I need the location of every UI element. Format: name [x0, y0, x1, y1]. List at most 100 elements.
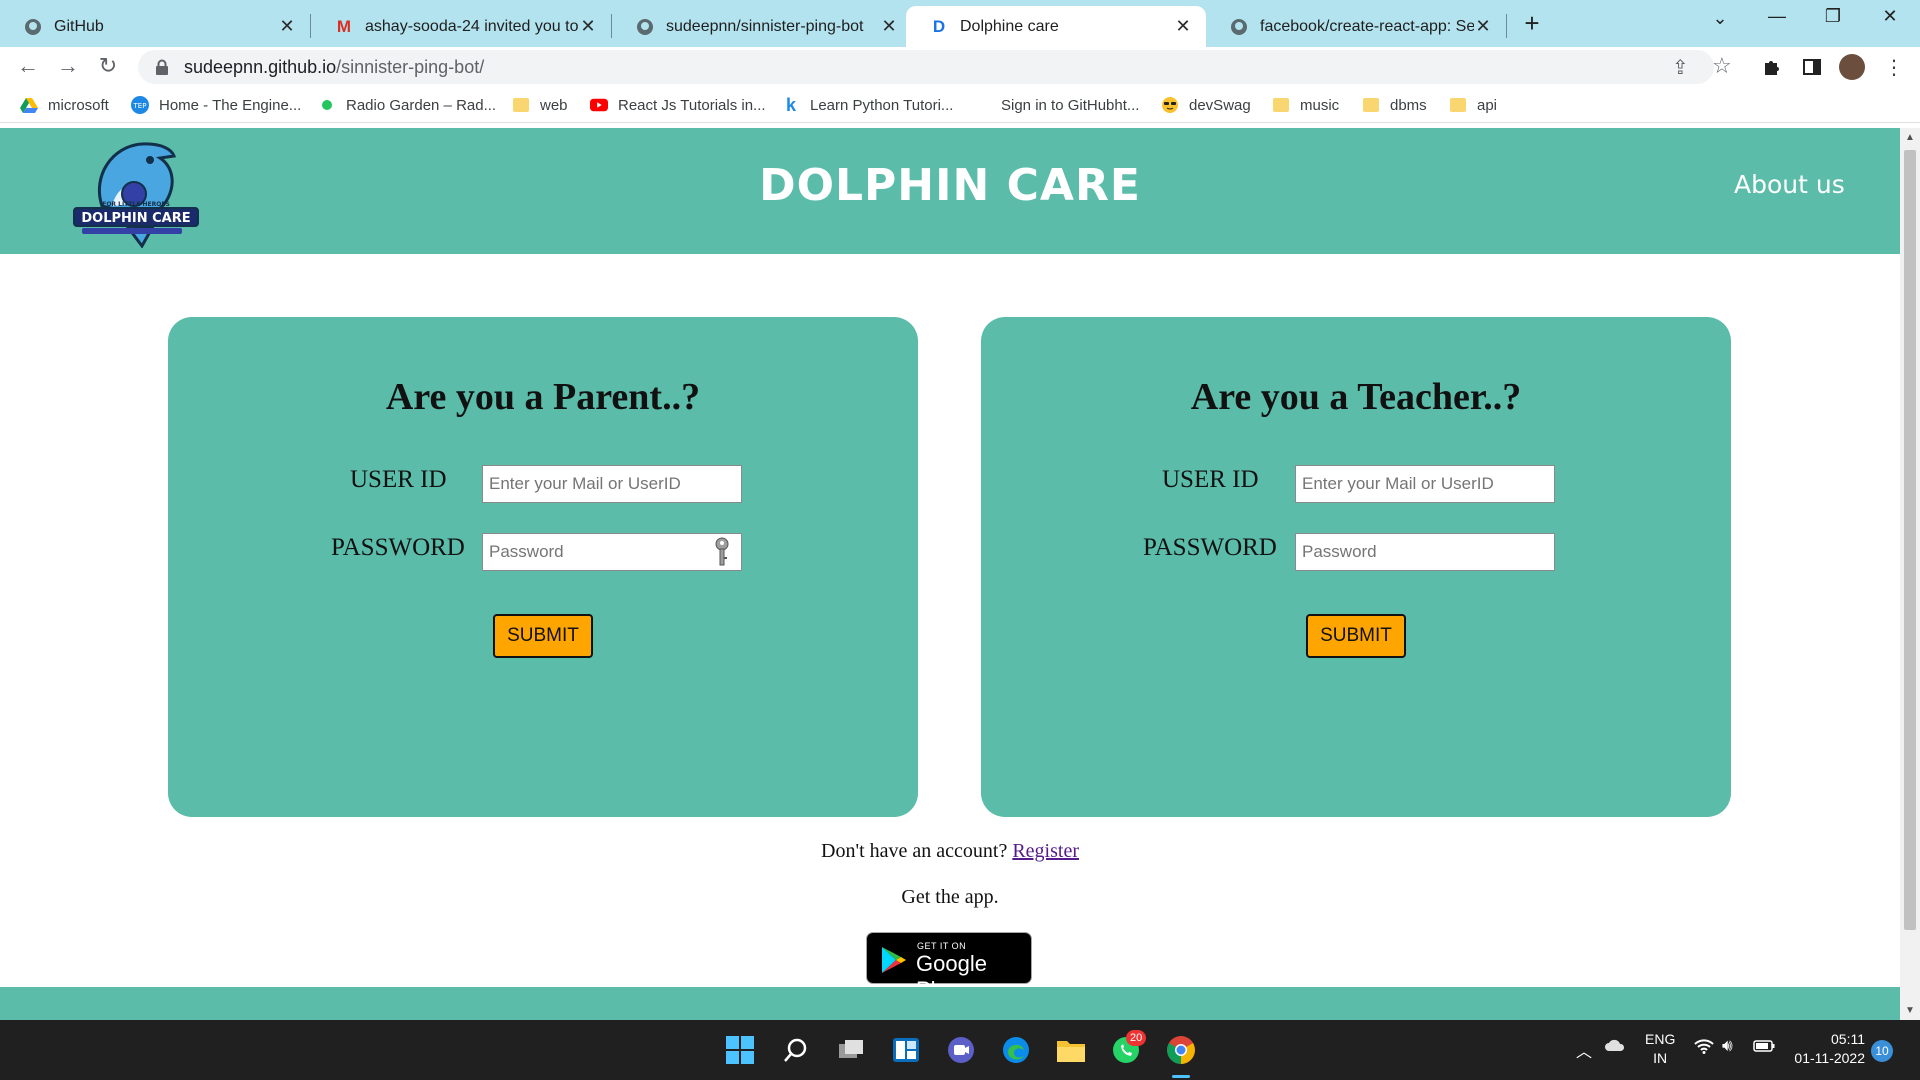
- bookmark-folder-dbms[interactable]: dbms: [1362, 94, 1427, 116]
- back-arrow-icon[interactable]: ←: [12, 51, 44, 81]
- register-link[interactable]: Register: [1012, 840, 1079, 862]
- onedrive-cloud-icon[interactable]: [1604, 1038, 1626, 1055]
- file-explorer-icon[interactable]: [1055, 1034, 1087, 1066]
- new-tab-plus-icon[interactable]: +: [1517, 8, 1547, 39]
- menu-kebab-icon[interactable]: ⋮: [1880, 53, 1908, 81]
- bookmark-label: Radio Garden – Rad...: [346, 96, 497, 114]
- bookmark-react-tutorials[interactable]: React Js Tutorials in...: [590, 94, 766, 116]
- bookmark-star-icon[interactable]: ☆: [1712, 53, 1732, 79]
- close-icon[interactable]: ✕: [579, 16, 597, 37]
- bookmark-label: music: [1300, 96, 1340, 114]
- bookmark-label: React Js Tutorials in...: [618, 96, 766, 114]
- google-play-badge[interactable]: GET IT ON Google Play: [866, 932, 1032, 1002]
- tab-search-chevron-icon[interactable]: ⌄: [1700, 8, 1740, 29]
- url-path: /sinnister-ping-bot/: [336, 56, 485, 77]
- browser-toolbar: ← → ↻ sudeepnn.github.io/sinnister-ping-…: [0, 47, 1920, 85]
- parent-userid-label: USER ID: [350, 466, 447, 493]
- page-viewport: DOLPHIN CARE FOR LITTLE HEROES DOLPHIN C…: [0, 128, 1900, 1020]
- extensions-puzzle-icon[interactable]: [1758, 53, 1786, 81]
- volume-icon[interactable]: 🔊︎: [1722, 1036, 1733, 1056]
- github-icon: [24, 18, 42, 36]
- profile-avatar[interactable]: [1838, 53, 1866, 81]
- restore-icon[interactable]: ❐: [1813, 6, 1853, 27]
- system-clock[interactable]: 05:11 01-11-2022: [1793, 1030, 1865, 1068]
- parent-userid-input[interactable]: [482, 465, 742, 503]
- battery-icon[interactable]: [1753, 1039, 1775, 1055]
- bookmarks-bar: microsoft TEP Home - The Engine... Radio…: [0, 88, 1920, 123]
- teacher-userid-input[interactable]: [1295, 465, 1555, 503]
- close-icon[interactable]: ✕: [1174, 16, 1192, 37]
- teacher-userid-label: USER ID: [1162, 466, 1259, 493]
- reload-icon[interactable]: ↻: [92, 51, 124, 81]
- search-icon[interactable]: [780, 1034, 812, 1066]
- widgets-icon[interactable]: [890, 1034, 922, 1066]
- address-bar[interactable]: sudeepnn.github.io/sinnister-ping-bot/: [138, 50, 1714, 84]
- lang-code: ENG: [1645, 1031, 1676, 1047]
- page-scrollbar[interactable]: ▲ ▼: [1900, 128, 1920, 1020]
- gplay-small-text: GET IT ON: [917, 941, 967, 951]
- windows-taskbar: 20 ︿ ENG IN 🔊︎ 05:11 01-11-2022: [0, 1020, 1920, 1080]
- wifi-icon[interactable]: [1694, 1038, 1714, 1057]
- tab-dolphine-care[interactable]: D Dolphine care ✕: [906, 6, 1206, 47]
- tab-create-react-app[interactable]: facebook/create-react-app: Set u ✕: [1206, 6, 1506, 47]
- tab-gmail[interactable]: M ashay-sooda-24 invited you to as ✕: [311, 6, 611, 47]
- teacher-password-input[interactable]: [1295, 533, 1555, 571]
- bookmark-folder-music[interactable]: music: [1272, 94, 1339, 116]
- side-panel-icon[interactable]: [1798, 53, 1826, 81]
- bookmark-devswag[interactable]: devSwag: [1161, 94, 1251, 116]
- google-drive-icon: [20, 96, 38, 114]
- url-text[interactable]: sudeepnn.github.io/sinnister-ping-bot/: [184, 57, 484, 78]
- tab-github[interactable]: GitHub ✕: [0, 6, 310, 47]
- github-icon: [1230, 18, 1248, 36]
- share-icon[interactable]: ⇪: [1672, 55, 1689, 80]
- window-close-icon[interactable]: ✕: [1870, 6, 1910, 27]
- password-key-icon[interactable]: [714, 537, 730, 567]
- windows-start-icon[interactable]: [724, 1034, 756, 1066]
- input-language-indicator[interactable]: ENG IN: [1645, 1030, 1675, 1068]
- lock-icon[interactable]: [152, 59, 172, 75]
- teams-chat-icon[interactable]: [945, 1034, 977, 1066]
- close-icon[interactable]: ✕: [278, 16, 296, 37]
- tab-title: GitHub: [54, 17, 104, 35]
- bookmark-home-the-engine[interactable]: TEP Home - The Engine...: [131, 94, 301, 116]
- minimize-icon[interactable]: —: [1757, 6, 1797, 27]
- chrome-browser-icon[interactable]: [1165, 1034, 1197, 1066]
- register-prompt: Don't have an account? Register: [0, 840, 1900, 863]
- task-view-icon[interactable]: [835, 1034, 867, 1066]
- bookmark-microsoft[interactable]: microsoft: [20, 94, 109, 116]
- teacher-login-card: Are you a Teacher..? USER ID PASSWORD SU…: [981, 317, 1731, 817]
- tab-title: sudeepnn/sinnister-ping-bot: [666, 17, 864, 35]
- bookmark-label: microsoft: [48, 96, 109, 114]
- google-play-icon: [882, 947, 906, 973]
- bookmark-folder-web[interactable]: web: [512, 94, 568, 116]
- bookmark-label: Home - The Engine...: [159, 96, 302, 114]
- forward-arrow-icon[interactable]: →: [52, 51, 84, 81]
- tray-overflow-chevron-icon[interactable]: ︿: [1576, 1038, 1592, 1062]
- green-dot-icon: [318, 96, 336, 114]
- about-us-link[interactable]: About us: [1734, 170, 1845, 199]
- site-header: DOLPHIN CARE FOR LITTLE HEROES DOLPHIN C…: [0, 128, 1900, 254]
- close-icon[interactable]: ✕: [1474, 16, 1492, 37]
- scrollbar-thumb[interactable]: [1904, 150, 1916, 930]
- folder-icon: [1272, 96, 1290, 114]
- close-icon[interactable]: ✕: [880, 16, 898, 37]
- get-app-text: Get the app.: [901, 886, 999, 908]
- bookmark-sign-in-github[interactable]: Sign in to GitHubht...: [973, 94, 1139, 116]
- tab-title: Dolphine care: [960, 17, 1059, 35]
- bookmark-radio-garden[interactable]: Radio Garden – Rad...: [318, 94, 496, 116]
- parent-password-input[interactable]: [482, 533, 742, 571]
- bookmark-folder-api[interactable]: api: [1449, 94, 1497, 116]
- active-app-indicator: [1172, 1075, 1190, 1078]
- notification-count-badge[interactable]: 10: [1871, 1040, 1893, 1062]
- parent-card-heading: Are you a Parent..?: [385, 376, 701, 418]
- teacher-password-label: PASSWORD: [1143, 534, 1277, 561]
- bookmark-learn-python[interactable]: k Learn Python Tutori...: [782, 94, 953, 116]
- scroll-down-arrow-icon[interactable]: ▼: [1900, 1005, 1920, 1016]
- scroll-up-arrow-icon[interactable]: ▲: [1900, 132, 1920, 143]
- parent-submit-button[interactable]: SUBMIT: [493, 614, 593, 658]
- tab-sinnister-ping-bot[interactable]: sudeepnn/sinnister-ping-bot ✕: [612, 6, 912, 47]
- blank-icon: [973, 96, 991, 114]
- teacher-submit-button[interactable]: SUBMIT: [1306, 614, 1406, 658]
- lang-region: IN: [1653, 1050, 1668, 1066]
- edge-browser-icon[interactable]: [1000, 1034, 1032, 1066]
